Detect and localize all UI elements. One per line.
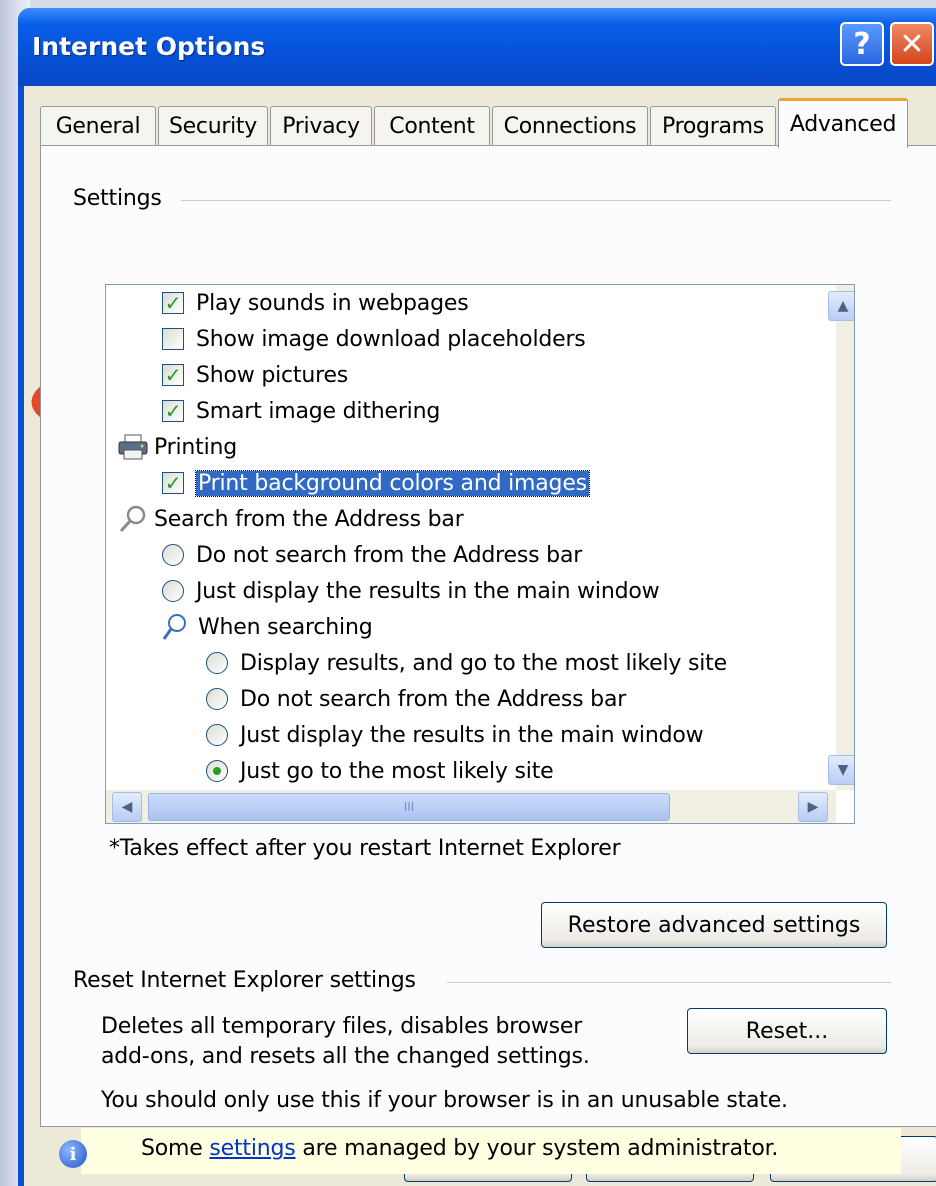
reset-group-label: Reset Internet Explorer settings	[73, 968, 416, 993]
settings-link[interactable]: settings	[209, 1136, 295, 1161]
radio-button[interactable]	[206, 652, 228, 674]
list-category: Search from the Address bar	[118, 501, 464, 537]
tab-label: General	[55, 114, 141, 139]
tab-label: Privacy	[282, 114, 360, 139]
settings-list[interactable]: ✓ Play sounds in webpages Show image dow…	[105, 284, 855, 824]
group-divider	[181, 200, 891, 201]
list-item-label: When searching	[198, 614, 373, 640]
title-bar[interactable]: Internet Options ? ✕	[18, 8, 936, 86]
list-item-label: Show pictures	[196, 362, 349, 388]
radio-button[interactable]	[162, 580, 184, 602]
checkbox[interactable]: ✓	[162, 292, 184, 314]
list-item[interactable]: ✓ Play sounds in webpages	[162, 285, 469, 321]
list-item-label: Just go to the most likely site	[240, 758, 554, 784]
list-item-label: Printing	[154, 434, 238, 460]
horizontal-scrollbar[interactable]: ◀ III ▶	[106, 790, 836, 823]
list-item-label: Play sounds in webpages	[196, 290, 469, 316]
window-title: Internet Options	[32, 32, 266, 61]
tab-security[interactable]: Security	[158, 106, 268, 146]
tab-general[interactable]: General	[40, 106, 156, 146]
close-icon: ✕	[899, 26, 925, 62]
scroll-right-button[interactable]: ▶	[798, 792, 828, 822]
tab-label: Advanced	[789, 112, 897, 137]
scroll-up-button[interactable]: ▲	[828, 291, 854, 321]
list-item[interactable]: Do not search from the Address bar	[206, 681, 626, 717]
search-icon	[162, 614, 186, 640]
dialog-body: General Security Privacy Content Connect…	[24, 86, 936, 1186]
tab-advanced[interactable]: Advanced	[778, 98, 908, 148]
list-item[interactable]: Just display the results in the main win…	[206, 717, 704, 753]
tab-connections[interactable]: Connections	[492, 106, 648, 146]
list-item[interactable]: Display results, and go to the most like…	[206, 645, 727, 681]
chevron-up-icon: ▲	[837, 298, 849, 314]
advanced-tab-panel: Settings ✓ Play sounds in webpages Show …	[40, 145, 936, 1174]
reset-description: add-ons, and resets all the changed sett…	[101, 1044, 590, 1069]
checkbox[interactable]: ✓	[162, 472, 184, 494]
list-item[interactable]: ✓ Show pictures	[162, 357, 348, 393]
tab-label: Security	[169, 114, 257, 139]
printer-icon	[118, 434, 148, 460]
vertical-scrollbar[interactable]	[836, 285, 854, 790]
tab-label: Content	[389, 114, 475, 139]
help-button[interactable]: ?	[840, 22, 884, 66]
help-icon: ?	[853, 26, 871, 62]
list-item-selected[interactable]: ✓ Print background colors and images	[162, 465, 590, 501]
reset-warning: You should only use this if your browser…	[101, 1088, 788, 1113]
list-item[interactable]: Just display the results in the main win…	[162, 573, 660, 609]
tab-privacy[interactable]: Privacy	[270, 106, 372, 146]
list-item-label: Show image download placeholders	[196, 326, 586, 352]
info-message: Some settings are managed by your system…	[141, 1136, 779, 1161]
chevron-left-icon: ◀	[121, 799, 133, 815]
group-divider	[447, 982, 891, 983]
restart-note: *Takes effect after you restart Internet…	[109, 836, 621, 861]
checkbox[interactable]	[162, 328, 184, 350]
tab-label: Connections	[503, 114, 637, 139]
restore-advanced-settings-button[interactable]: Restore advanced settings	[541, 902, 887, 948]
list-item[interactable]: Show image download placeholders	[162, 321, 586, 357]
radio-button[interactable]	[206, 688, 228, 710]
internet-options-window: Internet Options ? ✕ General Security Pr…	[18, 8, 936, 1186]
list-item[interactable]: ✓ Smart image dithering	[162, 393, 440, 429]
scroll-down-button[interactable]: ▼	[828, 755, 854, 785]
list-item-label: Just display the results in the main win…	[240, 722, 704, 748]
radio-button[interactable]	[162, 544, 184, 566]
reset-description: Deletes all temporary files, disables br…	[101, 1014, 583, 1039]
list-item-label: Display results, and go to the most like…	[240, 650, 727, 676]
tab-label: Programs	[662, 114, 764, 139]
info-icon: i	[59, 1140, 87, 1168]
horizontal-scroll-thumb[interactable]: III	[148, 793, 670, 821]
list-item-label: Do not search from the Address bar	[240, 686, 627, 712]
list-item-label: Print background colors and images	[195, 469, 590, 497]
close-button[interactable]: ✕	[890, 22, 934, 66]
list-item[interactable]: Do not search from the Address bar	[162, 537, 582, 573]
grip-icon: III	[403, 800, 415, 814]
checkbox[interactable]: ✓	[162, 364, 184, 386]
list-item-label: Do not search from the Address bar	[196, 542, 583, 568]
reset-button[interactable]: Reset...	[687, 1008, 887, 1054]
list-item[interactable]: Just go to the most likely site	[206, 753, 554, 789]
radio-button[interactable]	[206, 724, 228, 746]
search-icon	[119, 505, 146, 533]
chevron-right-icon: ▶	[807, 799, 819, 815]
tab-content[interactable]: Content	[374, 106, 490, 146]
list-item-label: Smart image dithering	[196, 398, 441, 424]
tab-programs[interactable]: Programs	[650, 106, 776, 146]
chevron-down-icon: ▼	[837, 762, 849, 778]
list-category: Printing	[118, 429, 237, 465]
list-item-label: Search from the Address bar	[154, 506, 464, 532]
list-category: When searching	[162, 609, 373, 645]
checkbox[interactable]: ✓	[162, 400, 184, 422]
list-item-label: Just display the results in the main win…	[196, 578, 660, 604]
scroll-left-button[interactable]: ◀	[112, 792, 142, 822]
radio-button[interactable]	[206, 760, 228, 782]
settings-group-label: Settings	[73, 186, 162, 211]
